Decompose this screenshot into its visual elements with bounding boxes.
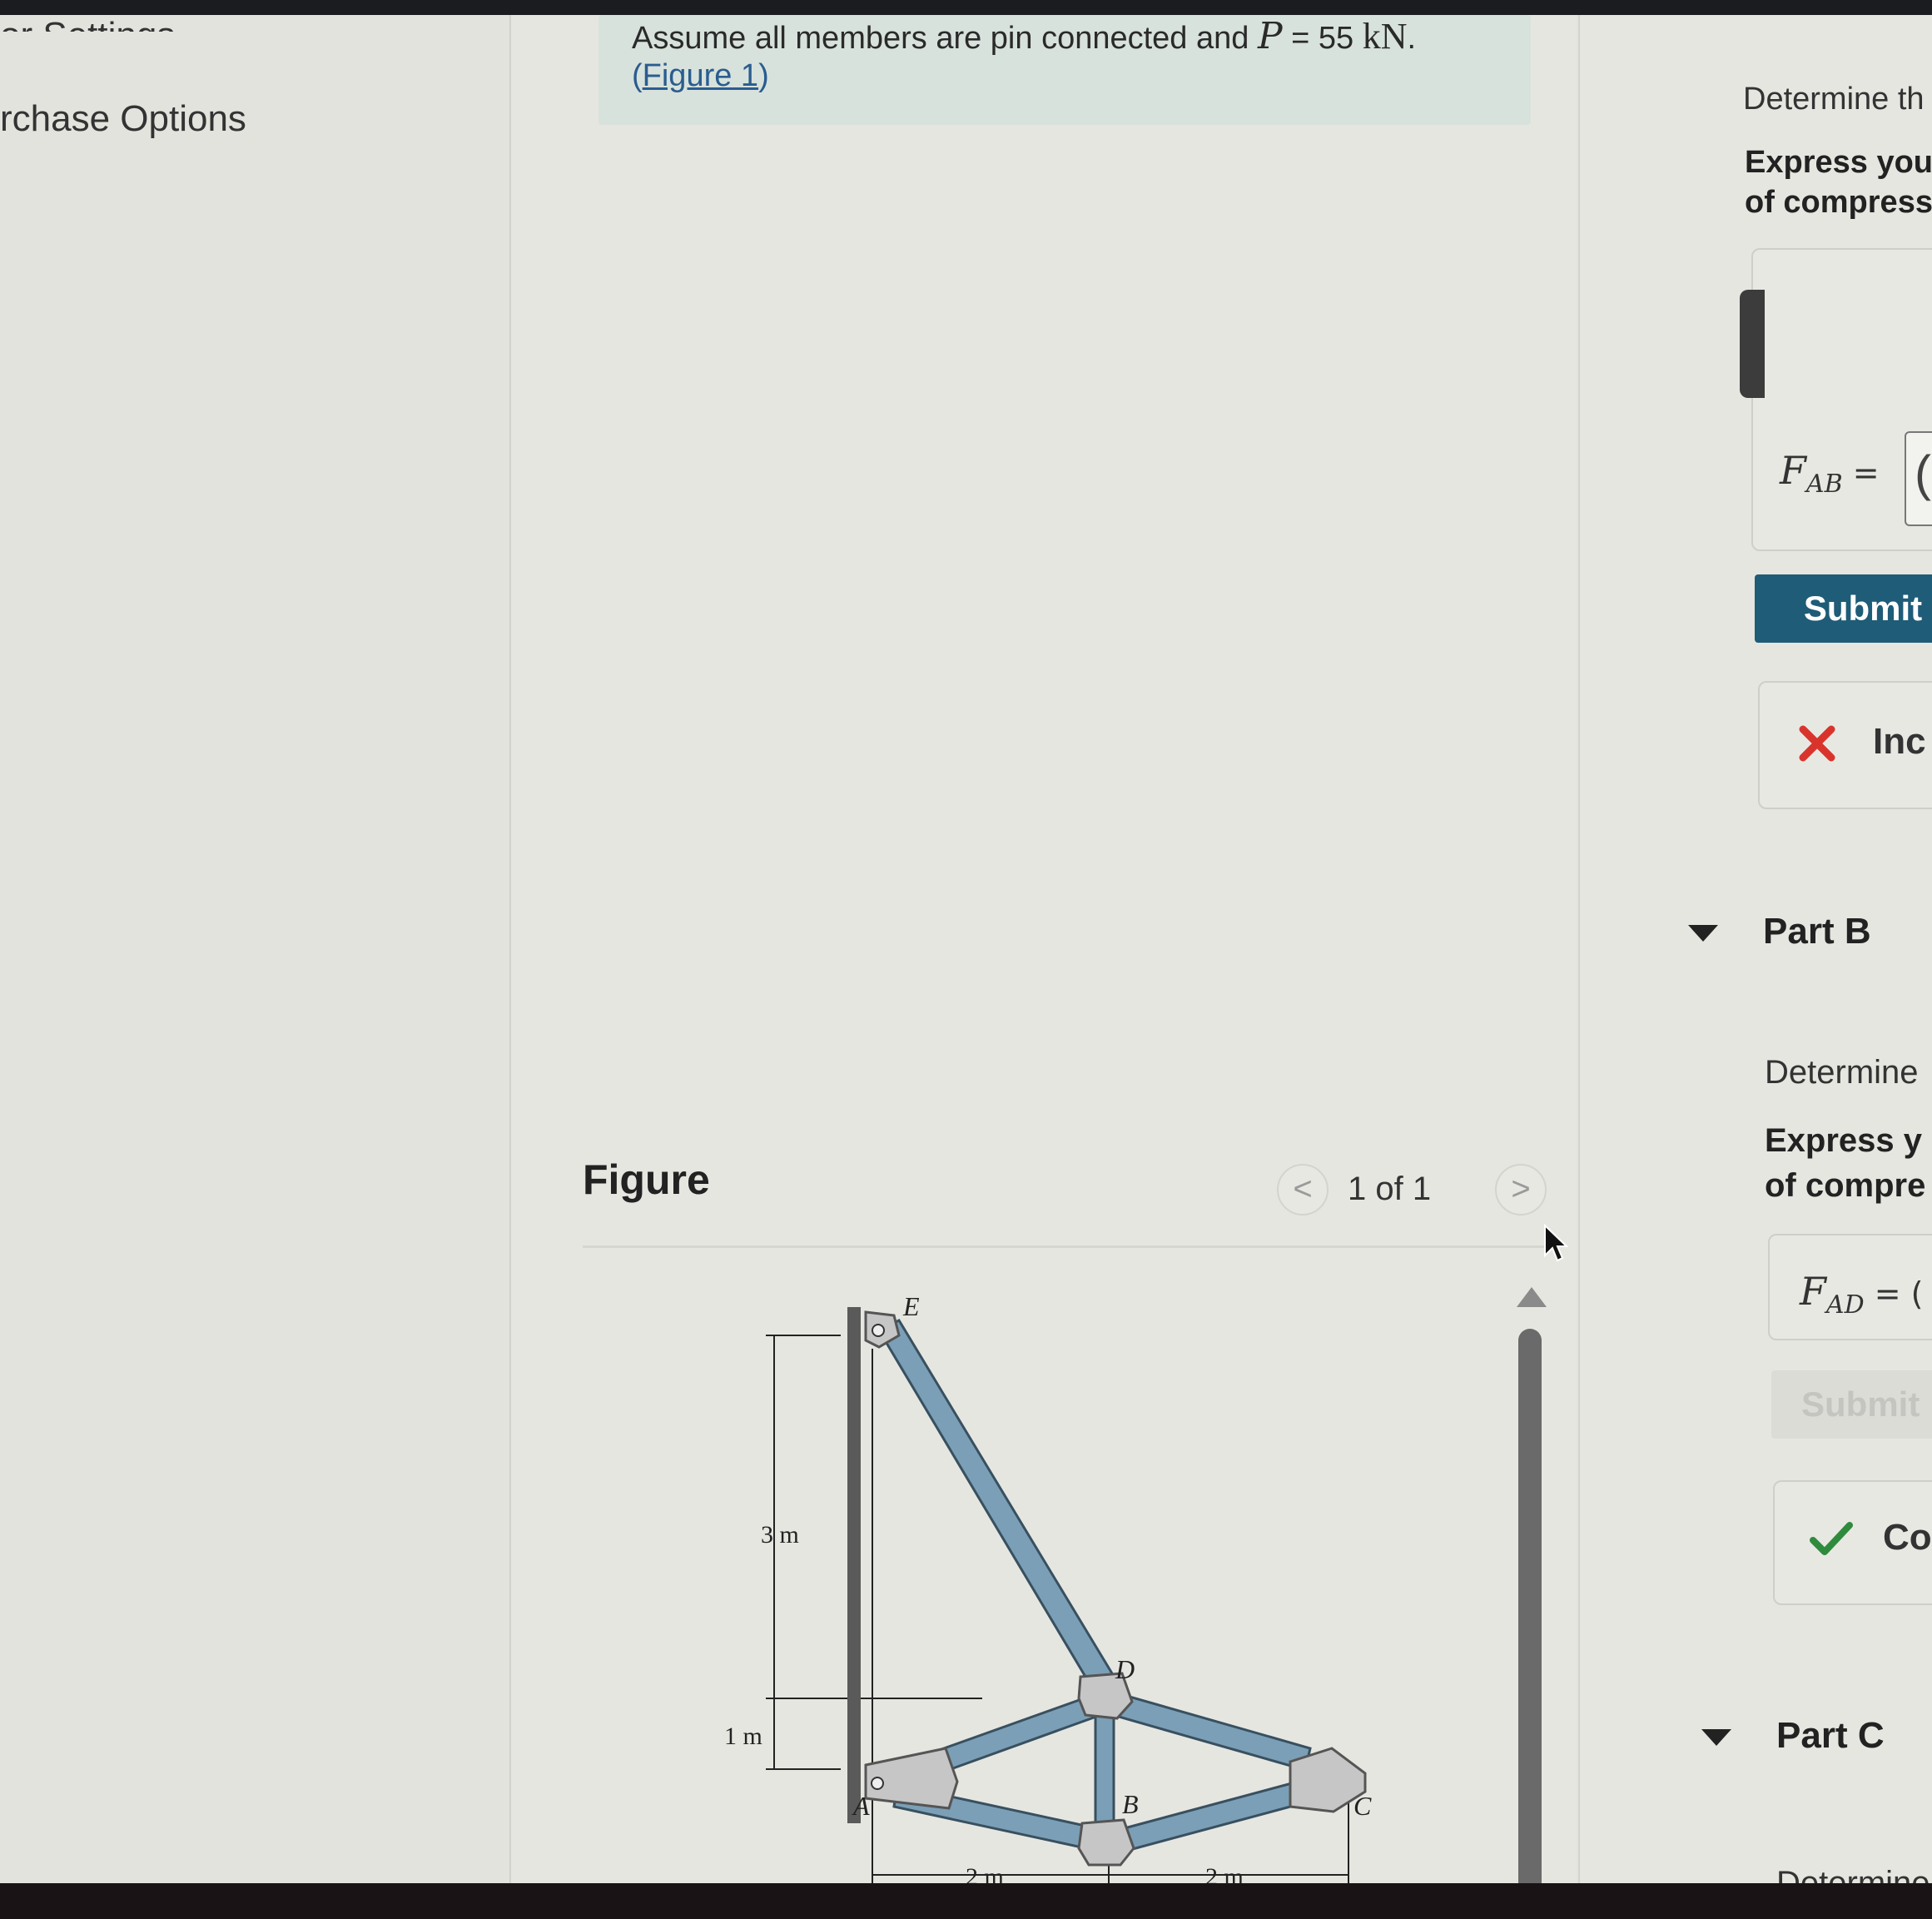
pin-e-icon <box>872 1324 885 1337</box>
problem-text-start: Assume all members are pin connected and <box>632 21 1258 56</box>
part-a-var-sub: AB <box>1805 470 1843 500</box>
member-ed <box>877 1319 1115 1688</box>
part-a-submit-button[interactable]: Submit <box>1755 574 1932 643</box>
figure-scrollbar[interactable] <box>1518 1329 1542 1903</box>
figure-heading: Figure <box>583 1156 710 1203</box>
math-unit: kN <box>1362 16 1408 57</box>
part-b-feedback-text: Co <box>1883 1517 1932 1558</box>
collapse-triangle-icon <box>1701 1729 1731 1747</box>
label-d: D <box>1115 1654 1135 1684</box>
figure-link-close: ) <box>758 58 769 93</box>
part-a-equals: = <box>1842 455 1880 491</box>
bottom-bar <box>0 1883 1932 1919</box>
chevron-right-icon: > <box>1511 1171 1531 1207</box>
part-a-var-main: F <box>1780 448 1806 493</box>
part-a-instruction-line1: Express you <box>1745 145 1932 180</box>
part-a-variable-label: FAB = <box>1780 448 1880 499</box>
figure-pager: < 1 of 1 > <box>1277 1164 1577 1222</box>
problem-statement-box: Assume all members are pin connected and… <box>598 15 1531 125</box>
figure-link[interactable]: (Figure 1) <box>632 58 769 94</box>
collapse-triangle-icon <box>1688 925 1718 942</box>
sidebar-purchase-options-link[interactable]: rchase Options <box>0 98 246 140</box>
part-a-input-value: ( <box>1915 445 1931 501</box>
truss-figure: E D B A C 3 m 1 m 2 m 2 m <box>724 1291 1372 1890</box>
part-b-var-sub: AD <box>1825 1290 1865 1320</box>
correct-check-icon <box>1810 1522 1853 1555</box>
label-e: E <box>902 1291 920 1321</box>
pin-a-icon <box>871 1777 884 1790</box>
part-b-title: Part B <box>1763 911 1871 952</box>
label-c: C <box>1353 1791 1372 1821</box>
part-c-header[interactable]: Part C <box>1701 1715 1885 1757</box>
dim-label-3m: 3 m <box>761 1521 799 1549</box>
part-b-instruction-line1: Express y <box>1765 1122 1923 1159</box>
label-b: B <box>1122 1789 1139 1819</box>
support-wall <box>847 1307 861 1823</box>
prev-figure-button[interactable]: < <box>1277 1164 1329 1216</box>
part-a-answer-input[interactable]: ( <box>1905 431 1932 526</box>
figure-divider <box>583 1245 1548 1248</box>
mouse-cursor-icon <box>1544 1224 1568 1262</box>
problem-text: Assume all members are pin connected and… <box>632 15 1416 57</box>
sidebar-settings-link[interactable]: or Settings <box>0 15 175 32</box>
part-a-prompt: Determine th <box>1743 82 1925 117</box>
part-a-feedback-text: Inc <box>1873 721 1926 762</box>
problem-text-end: . <box>1407 21 1417 56</box>
next-figure-button[interactable]: > <box>1495 1164 1547 1216</box>
scroll-up-arrow-icon[interactable] <box>1517 1287 1547 1307</box>
part-b-header[interactable]: Part B <box>1688 911 1871 952</box>
label-a: A <box>852 1791 870 1821</box>
part-b-submit-button[interactable]: Submit <box>1771 1370 1932 1439</box>
member-dc <box>1105 1690 1312 1772</box>
math-toolbar-tab[interactable] <box>1740 290 1765 398</box>
part-c-title: Part C <box>1776 1715 1885 1756</box>
part-b-var-main: F <box>1800 1269 1826 1314</box>
math-equals-value: = 55 <box>1282 21 1363 56</box>
top-bar <box>0 0 1932 15</box>
part-b-variable-label: FAD = ( <box>1800 1269 1923 1320</box>
figure-pager-count: 1 of 1 <box>1348 1171 1432 1207</box>
figure-link-text[interactable]: Figure 1 <box>643 58 758 93</box>
part-b-instruction-line2: of compre <box>1765 1167 1926 1204</box>
math-p: P <box>1257 15 1283 57</box>
parts-panel: Determine th Express you of compress FAB… <box>1578 15 1932 1883</box>
gusset-b <box>1077 1818 1135 1867</box>
member-bc <box>1110 1777 1317 1855</box>
part-b-equals: = ( <box>1864 1275 1924 1312</box>
figure-link-open: ( <box>632 58 643 93</box>
part-b-prompt: Determine <box>1765 1054 1919 1091</box>
dim-label-1m: 1 m <box>724 1723 762 1750</box>
chevron-left-icon: < <box>1293 1171 1313 1207</box>
sidebar: or Settings rchase Options <box>0 15 511 1883</box>
part-c-prompt: Determine <box>1776 1865 1930 1883</box>
part-a-instruction-line2: of compress <box>1745 185 1932 220</box>
incorrect-x-icon <box>1799 725 1835 762</box>
